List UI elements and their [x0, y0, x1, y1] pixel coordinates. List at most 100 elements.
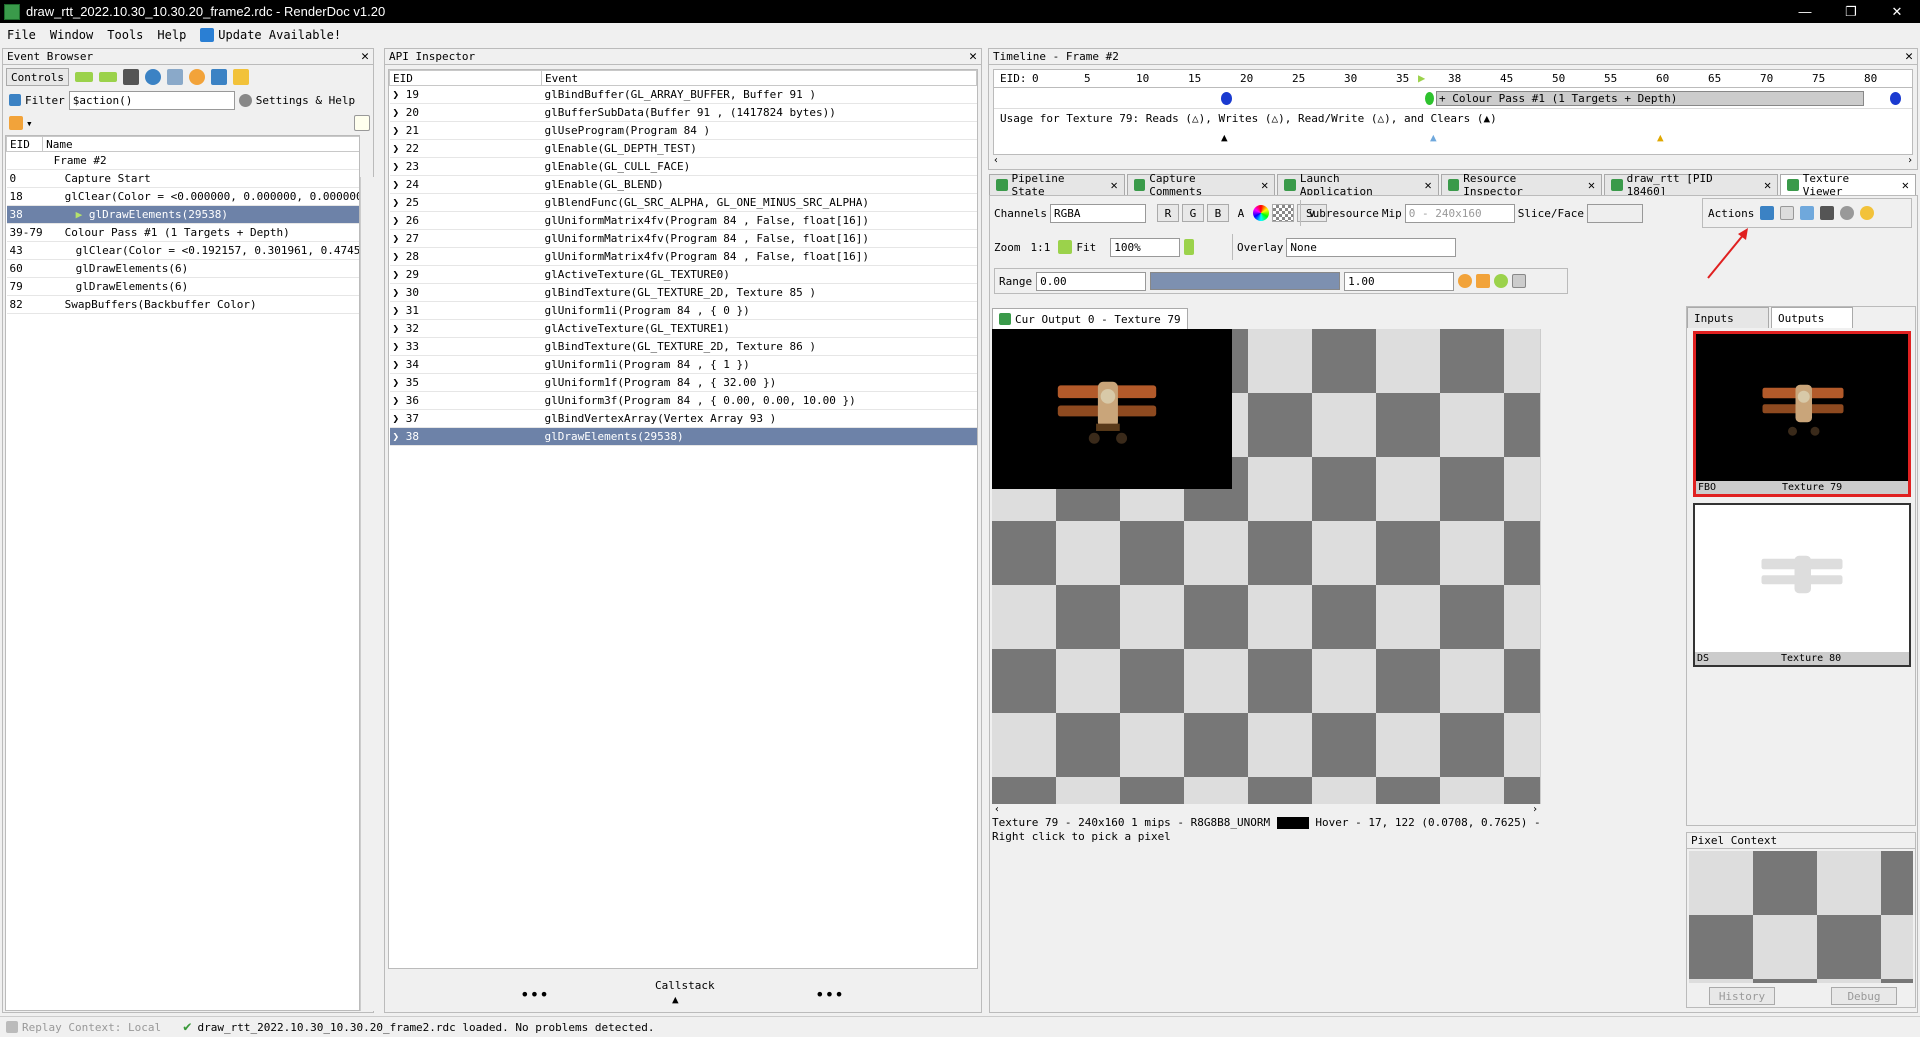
dock-tab[interactable]: Capture Comments ✕	[1126, 172, 1276, 198]
api-event-row[interactable]: ❯ 26 glUniformMatrix4fv(Program 84 , Fals…	[389, 211, 977, 230]
chevron-right-icon[interactable]: ❯	[393, 358, 406, 371]
api-event-row[interactable]: ❯ 36 glUniform3f(Program 84 , { 0.00, 0.0…	[389, 391, 977, 410]
inputs-tab[interactable]: Inputs	[1687, 307, 1769, 328]
event-row[interactable]: 38 ▶ glDrawElements(29538)	[6, 205, 359, 224]
texture-view-tab[interactable]: Cur Output 0 - Texture 79	[992, 308, 1188, 329]
event-row[interactable]: 39-79 Colour Pass #1 (1 Targets + Depth)	[6, 223, 359, 242]
overlay-select[interactable]: None	[1286, 237, 1457, 257]
minimize-button[interactable]: —	[1782, 4, 1828, 20]
dock-tab[interactable]: Resource Inspector ✕	[1440, 172, 1603, 198]
chevron-right-icon[interactable]: ❯	[393, 196, 406, 209]
stats-icon[interactable]	[166, 69, 183, 85]
edit-note-icon[interactable]	[354, 115, 370, 131]
dock-tab[interactable]: Texture Viewer ✕	[1780, 172, 1916, 198]
find-binoculars-icon[interactable]	[1820, 206, 1835, 220]
close-icon[interactable]: ✕	[1902, 178, 1909, 192]
more-dots-right[interactable]: •••	[815, 985, 844, 1004]
api-event-row[interactable]: ❯ 19 glBindBuffer(GL_ARRAY_BUFFER, Buffer…	[389, 85, 977, 104]
chevron-right-icon[interactable]: ❯	[393, 286, 406, 299]
texture-canvas[interactable]	[992, 329, 1540, 804]
api-event-row[interactable]: ❯ 30 glBindTexture(GL_TEXTURE_2D, Texture…	[389, 283, 977, 302]
checkerboard-toggle[interactable]	[1271, 204, 1294, 222]
chevron-right-icon[interactable]: ❯	[393, 142, 406, 155]
chevron-right-icon[interactable]: ❯	[393, 178, 406, 191]
chevron-right-icon[interactable]: ❯	[393, 412, 406, 425]
channel-r-toggle[interactable]: R	[1156, 204, 1179, 222]
pixel-context-view[interactable]	[1689, 851, 1913, 983]
debug-button[interactable]: Debug	[1831, 987, 1897, 1005]
api-event-row[interactable]: ❯ 37 glBindVertexArray(Vertex Array 93 )	[389, 409, 977, 428]
zoom-1to1-button[interactable]: 1:1	[1031, 241, 1051, 254]
texture-hscroll[interactable]: ‹ ›	[992, 804, 1540, 816]
event-row[interactable]: 43 glClear(Color = <0.192157, 0.301961, 0…	[6, 241, 359, 260]
chevron-right-icon[interactable]: ❯	[393, 106, 406, 119]
close-icon[interactable]: ✕	[1261, 178, 1268, 192]
more-dots-left[interactable]: •••	[520, 985, 549, 1004]
event-row[interactable]: 18 glClear(Color = <0.000000, 0.000000, 0…	[6, 187, 359, 206]
chevron-right-icon[interactable]: ❯	[393, 340, 406, 353]
eid-header[interactable]: EID	[6, 136, 44, 152]
event-row[interactable]: Frame #2	[6, 151, 359, 170]
chevron-right-icon[interactable]: ❯	[393, 268, 406, 281]
api-event-row[interactable]: ❯ 21 glUseProgram(Program 84 )	[389, 121, 977, 140]
forward-arrow-icon[interactable]	[98, 72, 117, 82]
chevron-right-icon[interactable]: ❯	[393, 214, 406, 227]
api-event-row[interactable]: ❯ 35 glUniform1f(Program 84 , { 32.00 })	[389, 373, 977, 392]
color-wheel-icon[interactable]	[1252, 205, 1269, 221]
texture-vscroll[interactable]	[1540, 329, 1554, 804]
api-event-row[interactable]: ❯ 24 glEnable(GL_BLEND)	[389, 175, 977, 194]
timer-icon[interactable]	[144, 69, 161, 85]
save-texture-icon[interactable]	[1760, 206, 1775, 220]
history-button[interactable]: History	[1709, 987, 1775, 1005]
chevron-right-icon[interactable]: ❯	[393, 88, 406, 101]
close-button[interactable]: ✕	[1874, 4, 1920, 20]
callstack-toggle[interactable]: Callstack	[655, 979, 715, 992]
slice-face-select[interactable]	[1586, 203, 1643, 223]
chevron-right-icon[interactable]: ❯	[393, 232, 406, 245]
api-eid-header[interactable]: EID	[389, 70, 542, 86]
goto-location-icon[interactable]	[1800, 206, 1815, 220]
copy-icon[interactable]	[1780, 206, 1795, 220]
close-icon[interactable]: ✕	[361, 49, 369, 64]
event-row[interactable]: 60 glDrawElements(6)	[6, 259, 359, 278]
api-event-row[interactable]: ❯ 31 glUniform1i(Program 84 , { 0 })	[389, 301, 977, 320]
settings-cog-icon[interactable]	[1860, 206, 1875, 220]
fit-button[interactable]: Fit	[1076, 241, 1096, 254]
chevron-right-icon[interactable]: ❯	[393, 250, 406, 263]
chevron-right-icon[interactable]: ❯	[393, 124, 406, 137]
outputs-tab[interactable]: Outputs	[1771, 307, 1853, 328]
name-header[interactable]: Name	[42, 136, 359, 152]
api-event-row[interactable]: ❯ 20 glBufferSubData(Buffer 91 , (1417824…	[389, 103, 977, 122]
chevron-right-icon[interactable]: ❯	[393, 394, 406, 407]
channel-g-toggle[interactable]: G	[1181, 204, 1204, 222]
home-icon[interactable]	[9, 116, 23, 130]
settings-cog-icon[interactable]	[188, 69, 205, 85]
menu-tools[interactable]: Tools	[100, 28, 150, 42]
chevron-right-icon[interactable]: ❯	[393, 376, 406, 389]
api-event-row[interactable]: ❯ 34 glUniform1i(Program 84 , { 1 })	[389, 355, 977, 374]
api-event-row[interactable]: ❯ 29 glActiveTexture(GL_TEXTURE0)	[389, 265, 977, 284]
chevron-right-icon[interactable]: ❯	[393, 322, 406, 335]
zoom-select[interactable]: 100%	[1110, 237, 1181, 257]
api-event-header[interactable]: Event	[541, 70, 977, 86]
colour-pass-bar[interactable]: + Colour Pass #1 (1 Targets + Depth)	[1436, 91, 1864, 106]
flip-arrow-icon[interactable]	[1184, 239, 1195, 255]
range-max-input[interactable]: 1.00	[1344, 271, 1455, 291]
api-event-row[interactable]: ❯ 32 glActiveTexture(GL_TEXTURE1)	[389, 319, 977, 338]
update-available-link[interactable]: Update Available!	[193, 27, 348, 42]
link-icon[interactable]	[1840, 206, 1855, 220]
api-event-row[interactable]: ❯ 22 glEnable(GL_DEPTH_TEST)	[389, 139, 977, 158]
chevron-down-icon[interactable]: ▾	[26, 117, 33, 130]
api-event-row[interactable]: ❯ 33 glBindTexture(GL_TEXTURE_2D, Texture…	[389, 337, 977, 356]
close-icon[interactable]: ✕	[1111, 178, 1118, 192]
controls-button[interactable]: Controls	[6, 68, 69, 86]
chevron-right-icon[interactable]: ❯	[393, 430, 406, 443]
channel-b-toggle[interactable]: B	[1206, 204, 1229, 222]
back-arrow-icon[interactable]	[74, 72, 93, 82]
mip-select[interactable]: 0 - 240x160	[1404, 203, 1515, 223]
dock-tab[interactable]: Pipeline State ✕	[989, 172, 1125, 198]
event-row[interactable]: 82 SwapBuffers(Backbuffer Color)	[6, 295, 359, 314]
dock-tab[interactable]: Launch Application ✕	[1277, 172, 1439, 198]
menu-window[interactable]: Window	[43, 28, 100, 42]
menu-help[interactable]: Help	[150, 28, 193, 42]
